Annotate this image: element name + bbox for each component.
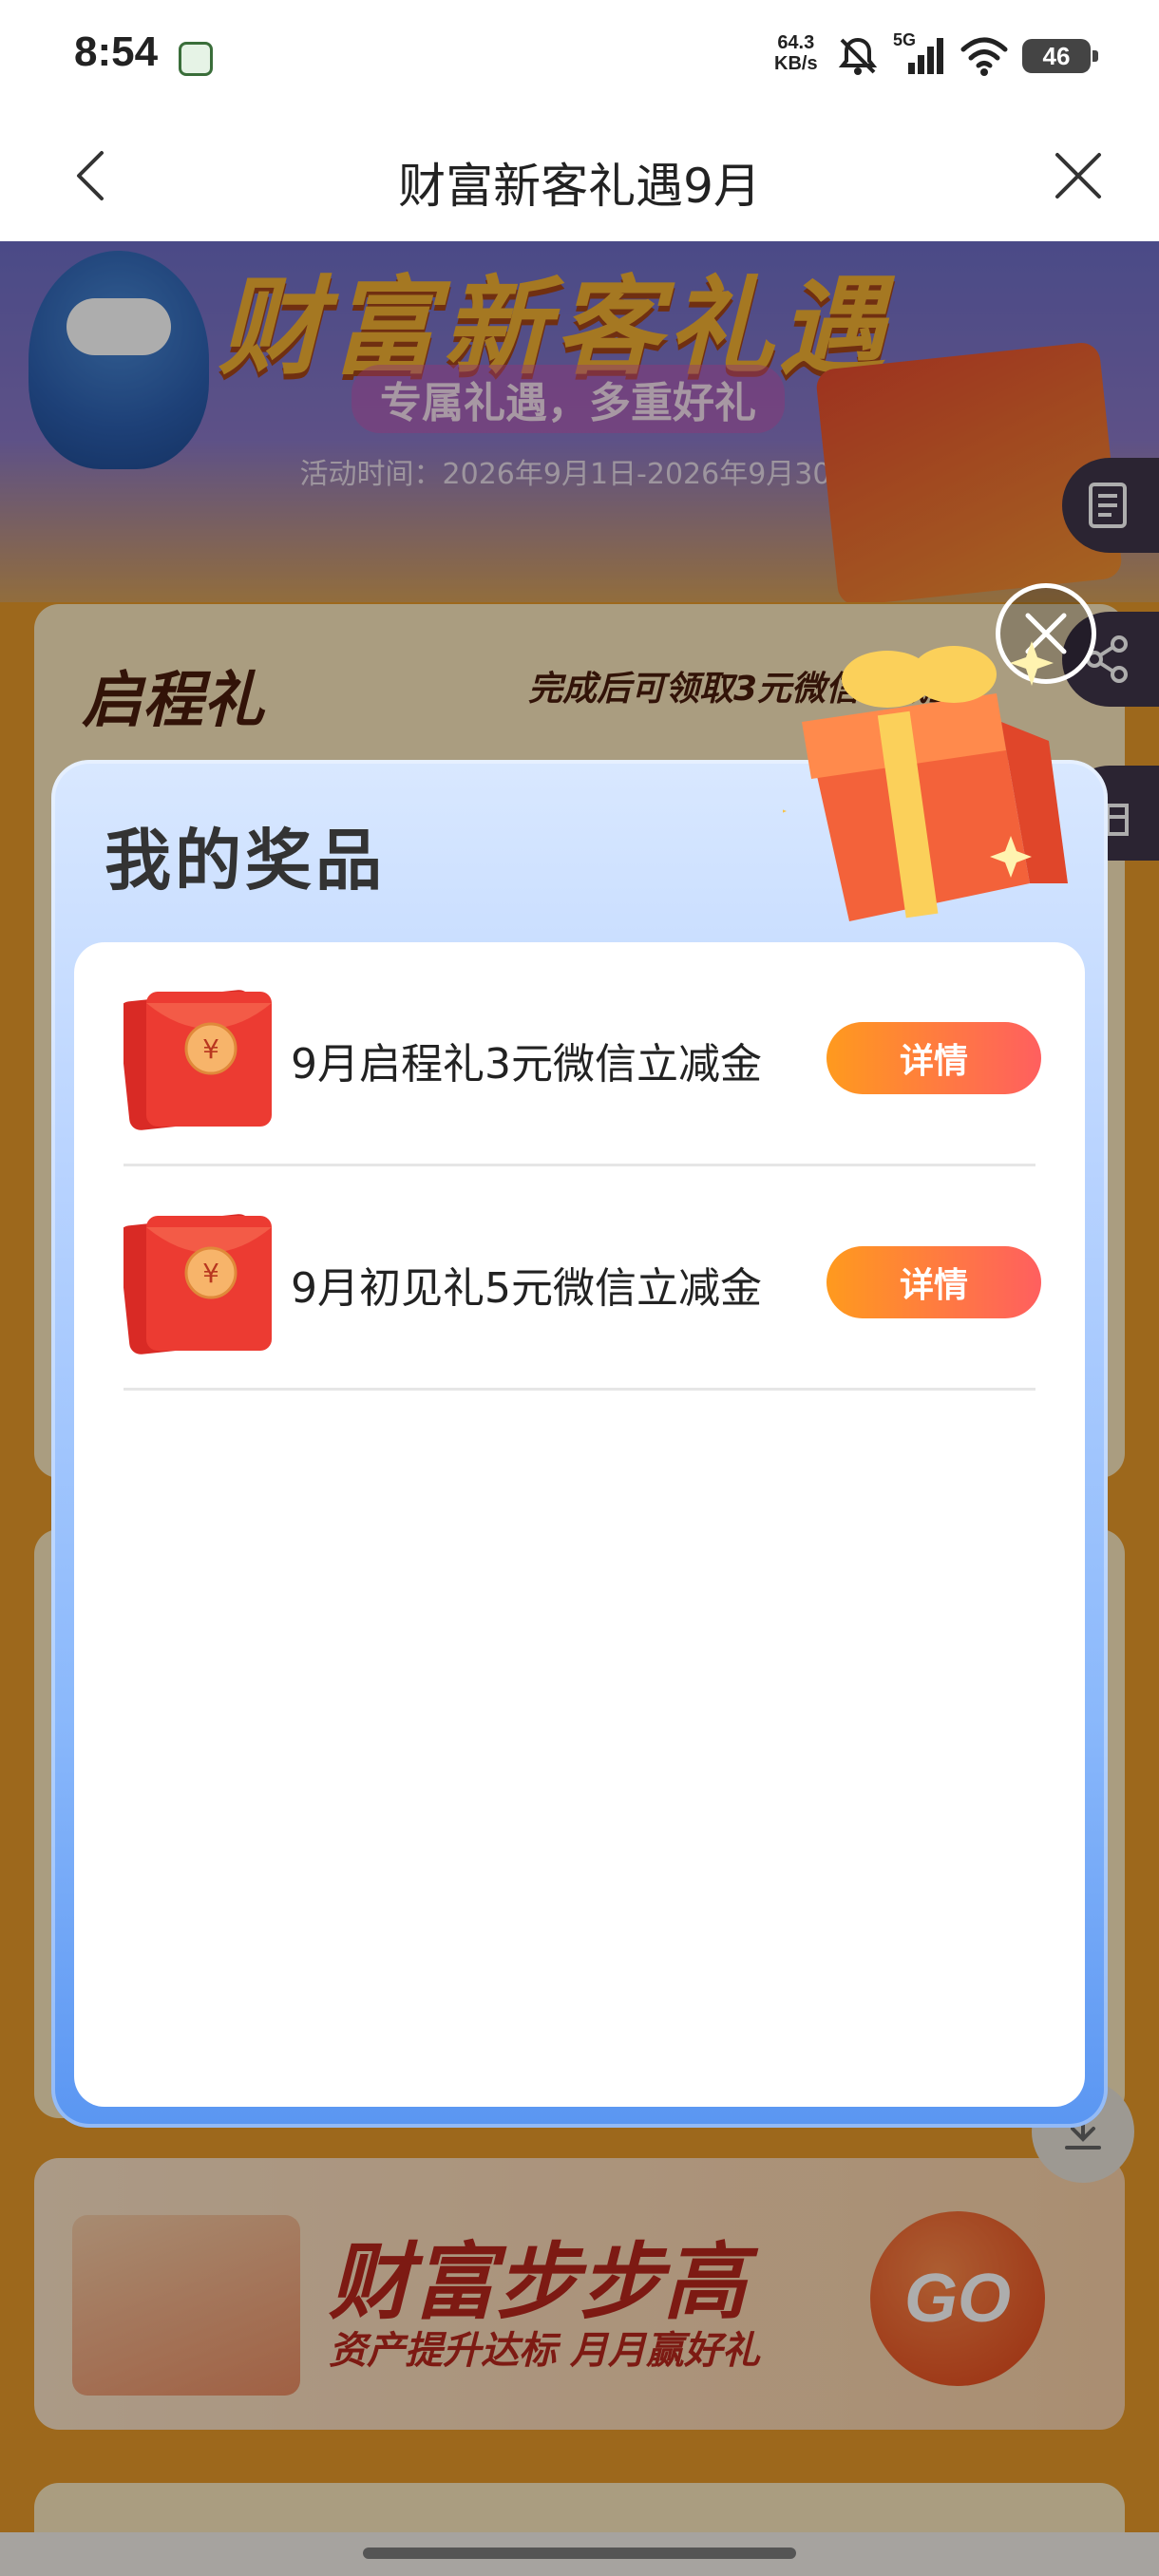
signal-indicator: 5G: [893, 30, 946, 78]
title-bar: 财富新客礼遇9月: [0, 114, 1159, 241]
page-title: 财富新客礼遇9月: [398, 159, 761, 214]
detail-button[interactable]: 详情: [826, 1246, 1041, 1318]
back-button[interactable]: [57, 142, 124, 209]
prize-row: ¥ 9月启程礼3元微信立减金 详情: [124, 942, 1041, 1166]
network-speed: 64.3 KB/s: [774, 32, 818, 74]
prize-list: ¥ 9月启程礼3元微信立减金 详情 ¥ 9月初见礼5元微信立减金 详情: [74, 942, 1085, 2107]
detail-button[interactable]: 详情: [826, 1022, 1041, 1094]
red-envelope-icon: ¥: [124, 990, 272, 1130]
wifi-icon: [960, 37, 1008, 76]
red-envelope-icon: ¥: [124, 1214, 272, 1354]
status-time: 8:54: [74, 28, 159, 75]
signal-bars-icon: [908, 38, 943, 74]
network-speed-value: 64.3: [777, 32, 815, 53]
app-notification-icon: [179, 42, 213, 76]
prize-row: ¥ 9月初见礼5元微信立减金 详情: [124, 1166, 1041, 1391]
svg-text:¥: ¥: [202, 1258, 219, 1289]
network-speed-unit: KB/s: [774, 53, 818, 74]
home-indicator[interactable]: [363, 2548, 796, 2559]
prize-name: 9月初见礼5元微信立减金: [291, 1264, 762, 1313]
svg-text:¥: ¥: [202, 1033, 219, 1065]
mute-bell-icon: [838, 37, 878, 75]
modal-title: 我的奖品: [104, 822, 386, 900]
chevron-left-icon: [77, 151, 104, 200]
prize-modal: 我的奖品 ¥ 9月启程礼3元微信立减金 详情 ¥ 9月初见礼5元微信立减金 详情: [51, 641, 1108, 2128]
status-icons: 5G 46: [836, 30, 1098, 80]
close-icon: [1055, 153, 1101, 199]
gift-box-icon: [783, 641, 1068, 921]
status-bar: 8:54 64.3 KB/s 5G 46: [0, 0, 1159, 114]
battery-indicator: 46: [1022, 39, 1098, 73]
close-page-button[interactable]: [1045, 142, 1112, 209]
prize-name: 9月启程礼3元微信立减金: [291, 1040, 762, 1089]
